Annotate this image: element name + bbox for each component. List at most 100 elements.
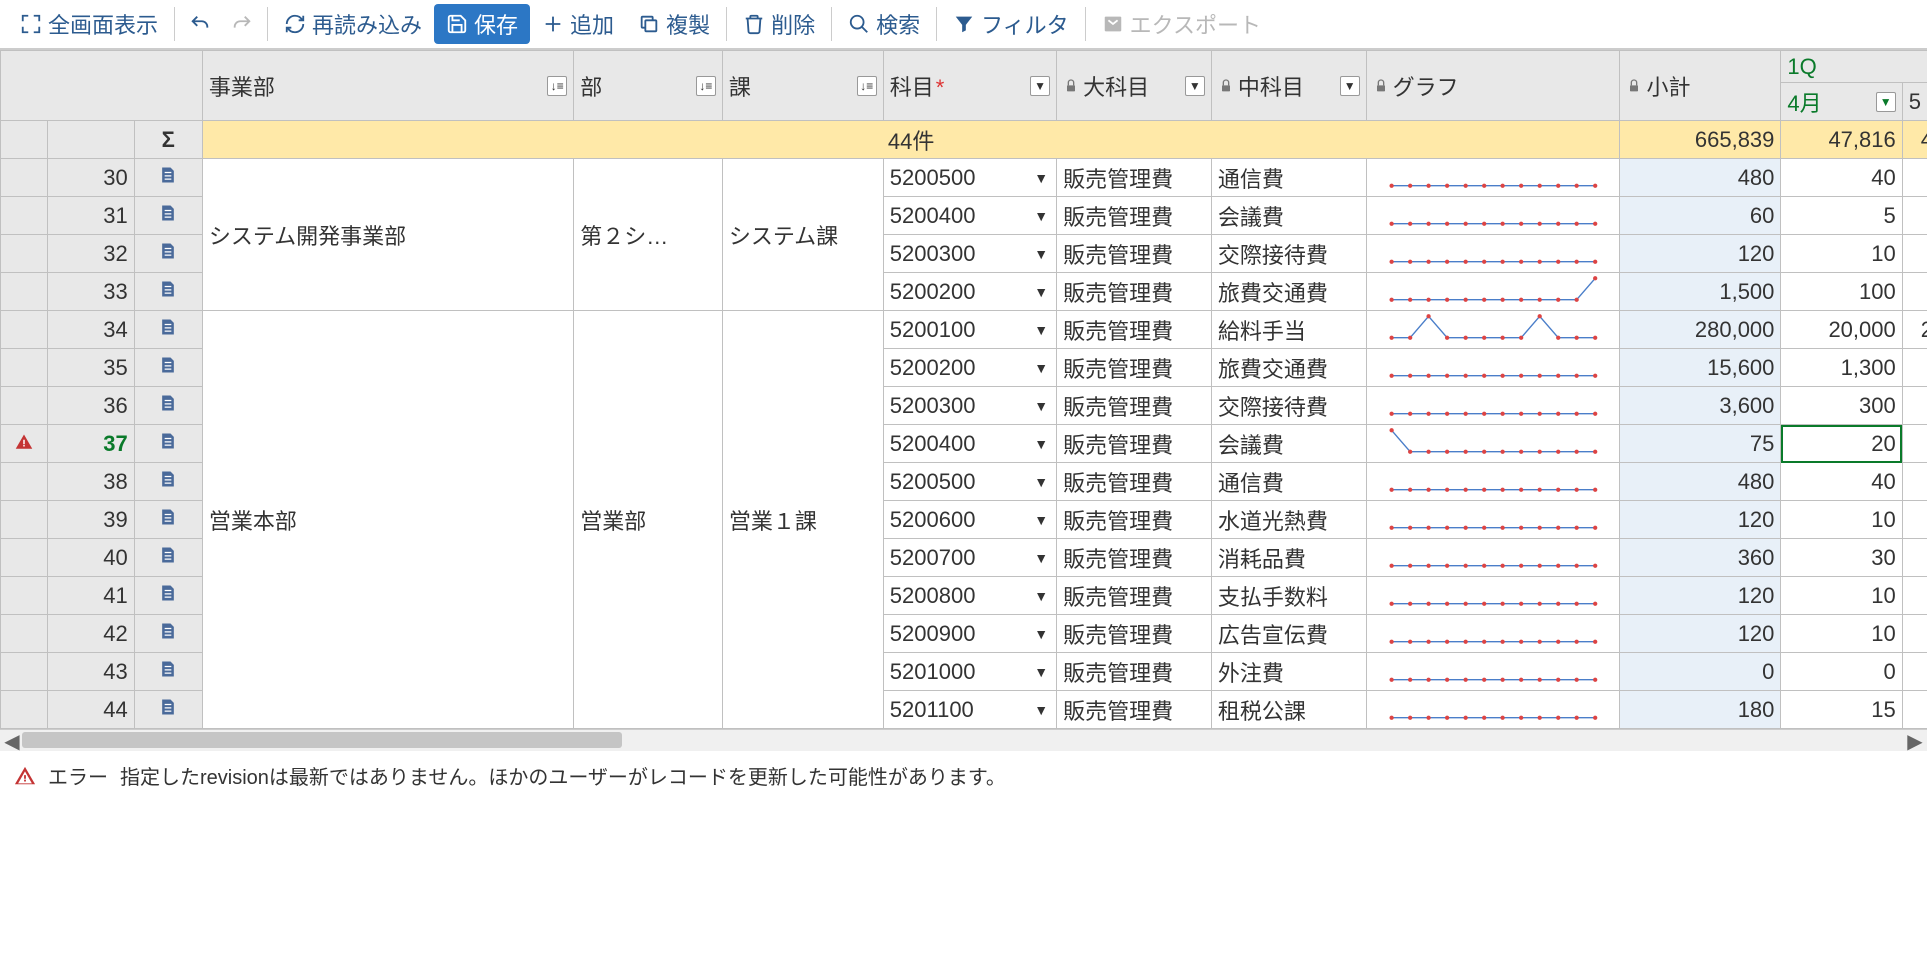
- major-cell[interactable]: 販売管理費: [1057, 387, 1212, 425]
- reload-button[interactable]: 再読み込み: [272, 4, 434, 44]
- section-cell[interactable]: システム課: [722, 159, 883, 311]
- april-cell[interactable]: 300: [1781, 387, 1902, 425]
- scroll-right-arrow[interactable]: ▶: [1905, 730, 1925, 752]
- subtotal-cell[interactable]: 120: [1620, 577, 1781, 615]
- major-cell[interactable]: 販売管理費: [1057, 615, 1212, 653]
- dropdown-icon[interactable]: ▼: [1026, 246, 1056, 262]
- account-code-cell[interactable]: 5200500▼: [883, 463, 1056, 501]
- next-cell[interactable]: [1902, 387, 1927, 425]
- save-button[interactable]: 保存: [434, 4, 530, 44]
- april-cell[interactable]: 40: [1781, 159, 1902, 197]
- april-cell[interactable]: 10: [1781, 235, 1902, 273]
- april-cell[interactable]: 40: [1781, 463, 1902, 501]
- next-cell[interactable]: [1902, 159, 1927, 197]
- account-code-cell[interactable]: 5200700▼: [883, 539, 1056, 577]
- subtotal-cell[interactable]: 120: [1620, 235, 1781, 273]
- fullscreen-button[interactable]: 全画面表示: [8, 4, 170, 44]
- scroll-left-arrow[interactable]: ◀: [2, 730, 22, 752]
- subtotal-cell[interactable]: 360: [1620, 539, 1781, 577]
- section-cell[interactable]: 営業１課: [722, 311, 883, 729]
- middle-cell[interactable]: 交際接待費: [1211, 387, 1366, 425]
- next-cell[interactable]: [1902, 349, 1927, 387]
- dropdown-icon[interactable]: ▼: [1026, 702, 1056, 718]
- april-cell[interactable]: 1,300: [1781, 349, 1902, 387]
- account-code-cell[interactable]: 5200400▼: [883, 425, 1056, 463]
- account-code-cell[interactable]: 5200800▼: [883, 577, 1056, 615]
- row-detail-button[interactable]: [134, 349, 202, 387]
- subtotal-cell[interactable]: 120: [1620, 501, 1781, 539]
- search-button[interactable]: 検索: [836, 4, 932, 44]
- middle-cell[interactable]: 会議費: [1211, 197, 1366, 235]
- middle-cell[interactable]: 旅費交通費: [1211, 273, 1366, 311]
- header-major[interactable]: 大科目▼: [1057, 51, 1212, 121]
- dropdown-button[interactable]: ▼: [1876, 92, 1896, 112]
- dropdown-button[interactable]: ▼: [1030, 76, 1050, 96]
- business-cell[interactable]: 営業本部: [202, 311, 573, 729]
- dropdown-icon[interactable]: ▼: [1026, 284, 1056, 300]
- april-cell[interactable]: 100: [1781, 273, 1902, 311]
- next-cell[interactable]: 2: [1902, 311, 1927, 349]
- header-next-partial[interactable]: 5: [1902, 83, 1927, 121]
- business-cell[interactable]: システム開発事業部: [202, 159, 573, 311]
- major-cell[interactable]: 販売管理費: [1057, 653, 1212, 691]
- subtotal-cell[interactable]: 480: [1620, 159, 1781, 197]
- next-cell[interactable]: [1902, 197, 1927, 235]
- row-detail-button[interactable]: [134, 691, 202, 729]
- row-detail-button[interactable]: [134, 273, 202, 311]
- next-cell[interactable]: [1902, 615, 1927, 653]
- row-detail-button[interactable]: [134, 159, 202, 197]
- horizontal-scrollbar[interactable]: ◀ ▶: [0, 729, 1927, 751]
- major-cell[interactable]: 販売管理費: [1057, 577, 1212, 615]
- header-account[interactable]: 科目*▼: [883, 51, 1056, 121]
- subtotal-cell[interactable]: 280,000: [1620, 311, 1781, 349]
- account-code-cell[interactable]: 5200100▼: [883, 311, 1056, 349]
- dropdown-icon[interactable]: ▼: [1026, 550, 1056, 566]
- major-cell[interactable]: 販売管理費: [1057, 691, 1212, 729]
- account-code-cell[interactable]: 5201000▼: [883, 653, 1056, 691]
- dropdown-button[interactable]: ▼: [1340, 76, 1360, 96]
- header-section[interactable]: 課↓≡: [722, 51, 883, 121]
- table-row[interactable]: 34営業本部営業部営業１課5200100▼販売管理費給料手当280,00020,…: [1, 311, 1927, 349]
- dropdown-icon[interactable]: ▼: [1026, 322, 1056, 338]
- account-code-cell[interactable]: 5200500▼: [883, 159, 1056, 197]
- account-code-cell[interactable]: 5200900▼: [883, 615, 1056, 653]
- data-grid[interactable]: 事業部↓≡ 部↓≡ 課↓≡ 科目*▼ 大科目▼ 中科目▼ グラフ 小計: [0, 50, 1927, 729]
- middle-cell[interactable]: 外注費: [1211, 653, 1366, 691]
- row-detail-button[interactable]: [134, 577, 202, 615]
- subtotal-cell[interactable]: 120: [1620, 615, 1781, 653]
- dropdown-icon[interactable]: ▼: [1026, 436, 1056, 452]
- dropdown-button[interactable]: ▼: [1185, 76, 1205, 96]
- next-cell[interactable]: [1902, 691, 1927, 729]
- middle-cell[interactable]: 会議費: [1211, 425, 1366, 463]
- row-detail-button[interactable]: [134, 501, 202, 539]
- header-dept[interactable]: 部↓≡: [574, 51, 723, 121]
- account-code-cell[interactable]: 5200300▼: [883, 387, 1056, 425]
- row-detail-button[interactable]: [134, 197, 202, 235]
- subtotal-cell[interactable]: 3,600: [1620, 387, 1781, 425]
- account-code-cell[interactable]: 5200400▼: [883, 197, 1056, 235]
- dropdown-icon[interactable]: ▼: [1026, 626, 1056, 642]
- next-cell[interactable]: [1902, 463, 1927, 501]
- duplicate-button[interactable]: 複製: [626, 4, 722, 44]
- middle-cell[interactable]: 支払手数料: [1211, 577, 1366, 615]
- subtotal-cell[interactable]: 0: [1620, 653, 1781, 691]
- april-cell[interactable]: 10: [1781, 577, 1902, 615]
- dropdown-icon[interactable]: ▼: [1026, 512, 1056, 528]
- subtotal-cell[interactable]: 15,600: [1620, 349, 1781, 387]
- subtotal-cell[interactable]: 75: [1620, 425, 1781, 463]
- middle-cell[interactable]: 給料手当: [1211, 311, 1366, 349]
- subtotal-cell[interactable]: 1,500: [1620, 273, 1781, 311]
- middle-cell[interactable]: 交際接待費: [1211, 235, 1366, 273]
- middle-cell[interactable]: 旅費交通費: [1211, 349, 1366, 387]
- april-cell[interactable]: 20,000: [1781, 311, 1902, 349]
- next-cell[interactable]: [1902, 577, 1927, 615]
- dropdown-icon[interactable]: ▼: [1026, 588, 1056, 604]
- row-detail-button[interactable]: [134, 425, 202, 463]
- scroll-thumb[interactable]: [22, 732, 622, 748]
- next-cell[interactable]: [1902, 235, 1927, 273]
- major-cell[interactable]: 販売管理費: [1057, 235, 1212, 273]
- sort-filter-button[interactable]: ↓≡: [696, 76, 716, 96]
- row-detail-button[interactable]: [134, 235, 202, 273]
- undo-button[interactable]: [179, 9, 221, 39]
- major-cell[interactable]: 販売管理費: [1057, 349, 1212, 387]
